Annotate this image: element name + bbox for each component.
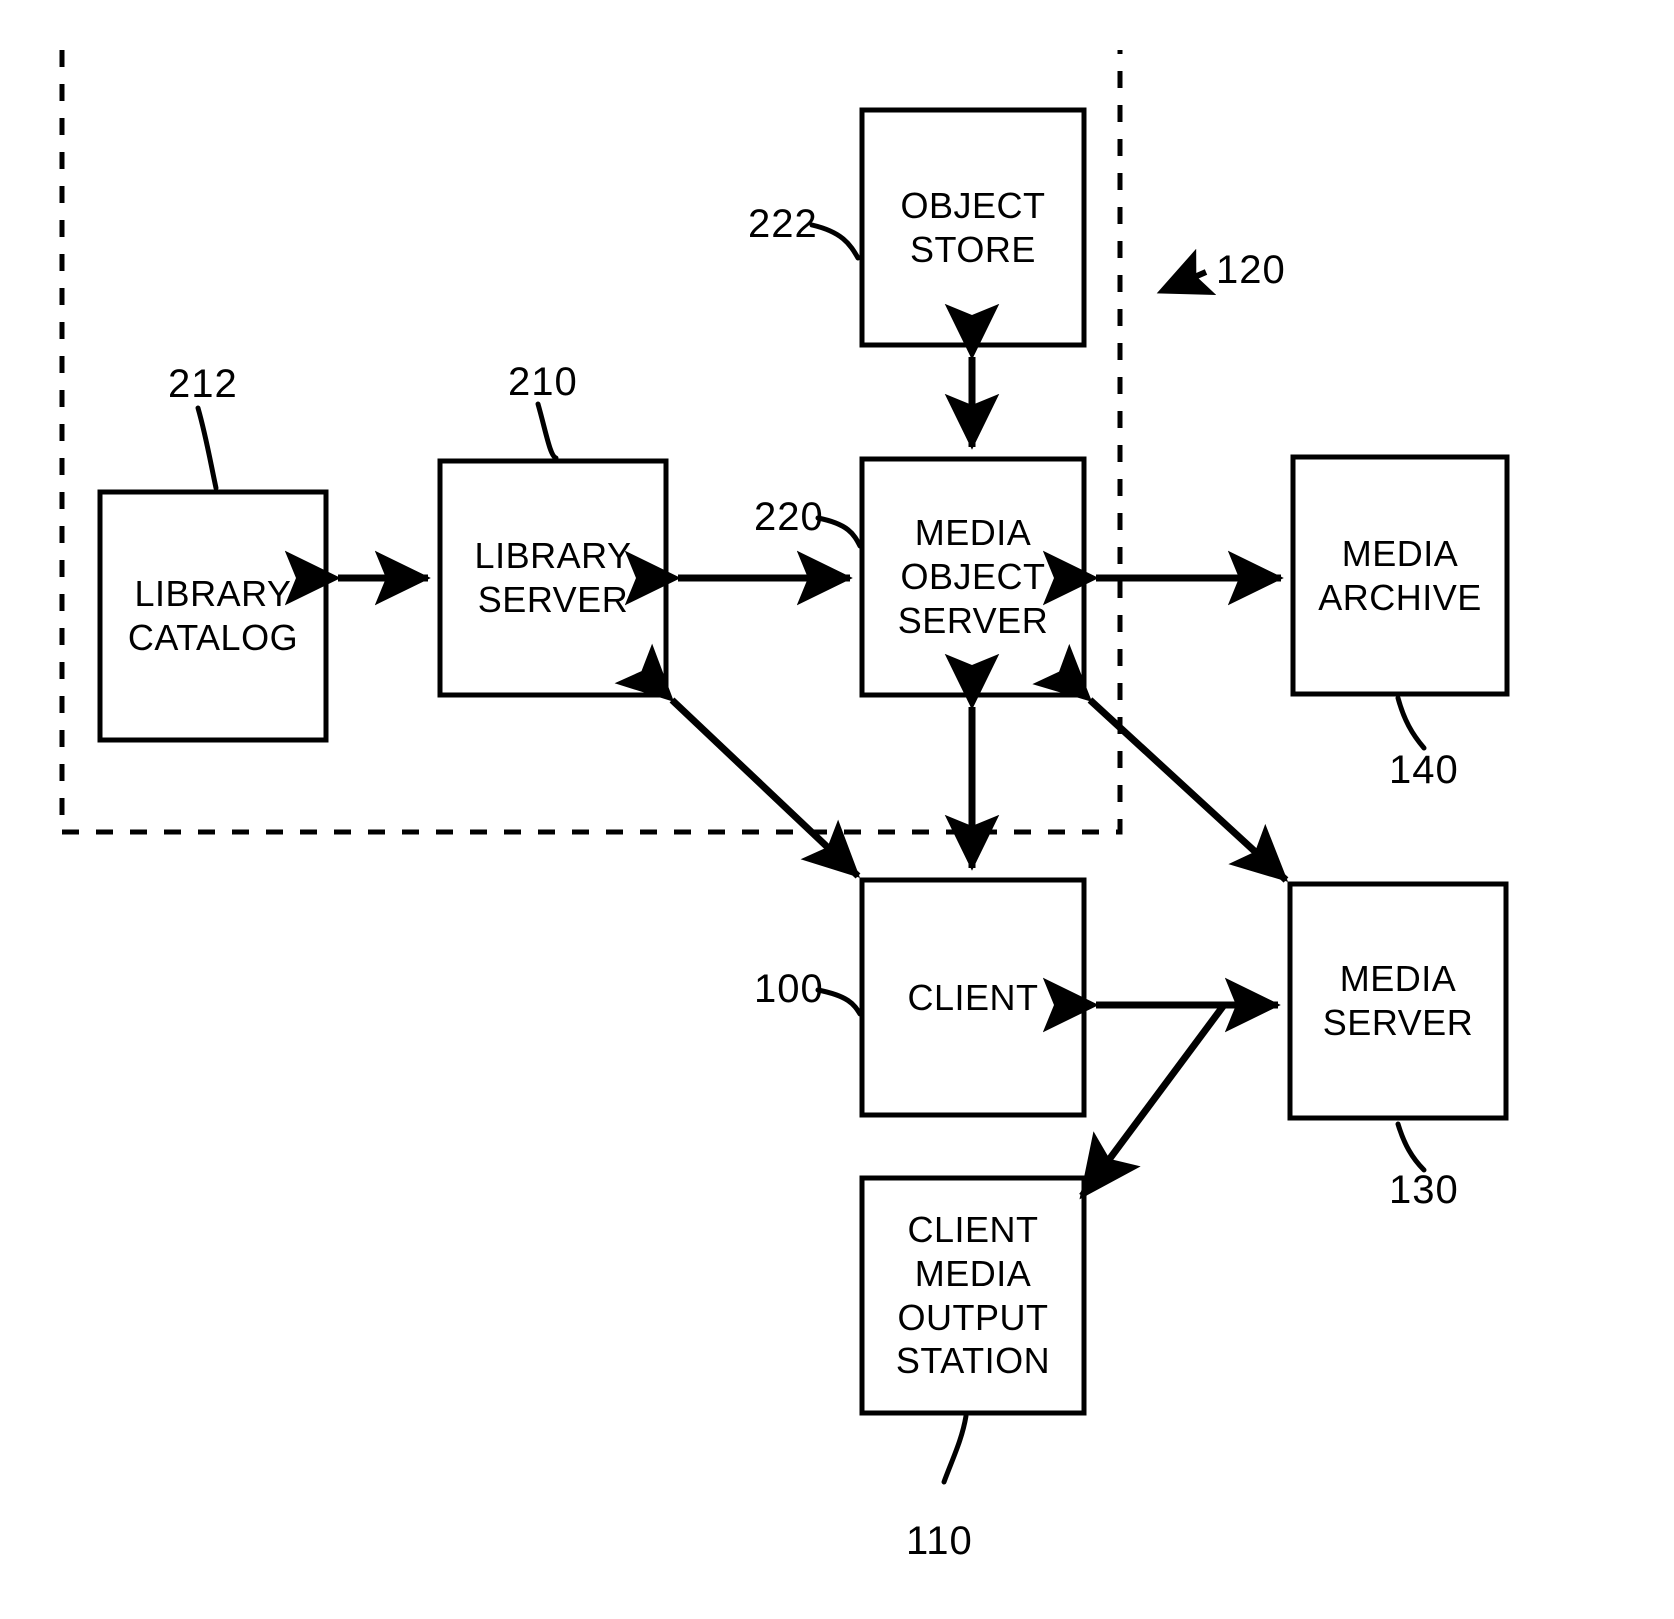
leader-210 bbox=[535, 401, 559, 461]
ref-number-110: 110 bbox=[906, 1519, 973, 1563]
leader-120 bbox=[1156, 248, 1217, 296]
ref-number-140: 140 bbox=[1389, 748, 1459, 792]
reference-leader-lines bbox=[195, 222, 1427, 1485]
box-outlines bbox=[97, 107, 1510, 1416]
leader-212 bbox=[195, 405, 219, 491]
box-library-server bbox=[437, 458, 669, 698]
box-media-archive bbox=[1290, 454, 1510, 697]
leader-130 bbox=[1395, 1121, 1427, 1173]
box-library-catalog bbox=[97, 489, 329, 743]
ref-number-222: 222 bbox=[748, 202, 818, 246]
ref-number-130: 130 bbox=[1389, 1168, 1459, 1212]
box-client bbox=[859, 877, 1087, 1118]
figure-canvas: LIBRARY CATALOG LIBRARY SERVER OBJECT ST… bbox=[0, 0, 1674, 1619]
box-client-media-output-station bbox=[859, 1175, 1087, 1416]
leader-220 bbox=[815, 515, 863, 549]
ref-number-120: 120 bbox=[1216, 248, 1286, 292]
leader-110 bbox=[941, 1413, 969, 1485]
ref-number-100: 100 bbox=[754, 967, 824, 1011]
leader-222 bbox=[809, 222, 861, 261]
arrow-library-server-client bbox=[614, 643, 861, 879]
box-media-object-server bbox=[859, 456, 1087, 698]
ref-number-212: 212 bbox=[168, 362, 238, 406]
arrow-media-server-client-media-output-station bbox=[1079, 1002, 1227, 1200]
leader-140 bbox=[1395, 695, 1427, 751]
box-object-store bbox=[859, 107, 1087, 348]
leader-100 bbox=[815, 987, 863, 1017]
box-media-server bbox=[1287, 881, 1509, 1121]
ref-number-220: 220 bbox=[754, 495, 824, 539]
diagram-vector-layer bbox=[59, 50, 1510, 1485]
ref-number-210: 210 bbox=[508, 360, 578, 404]
